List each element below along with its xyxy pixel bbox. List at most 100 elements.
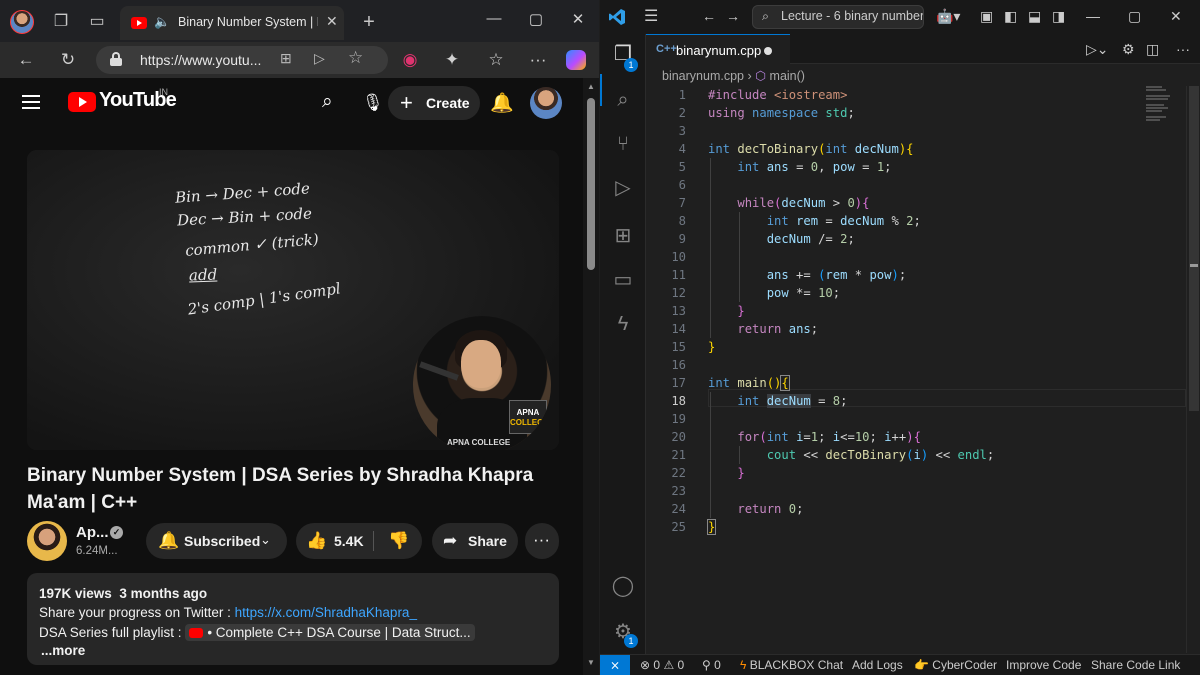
new-tab-icon[interactable]: + bbox=[358, 11, 380, 33]
logo-bottom-text: COLLEGE bbox=[510, 418, 549, 427]
nav-forward-icon[interactable]: → bbox=[726, 8, 740, 24]
blackbox-chat-item[interactable]: ϟ BLACKBOX Chat bbox=[740, 658, 843, 672]
close-tab-icon[interactable]: ✕ bbox=[326, 13, 338, 30]
search-icon: ⌕ bbox=[762, 9, 770, 23]
lock-icon[interactable] bbox=[110, 52, 122, 66]
search-icon[interactable]: ⌕ bbox=[322, 91, 333, 113]
more-menu-icon[interactable]: ··· bbox=[526, 48, 550, 72]
search-icon[interactable]: ⌕ bbox=[611, 88, 635, 112]
page-scrollbar[interactable]: ▲ ▼ bbox=[583, 78, 599, 675]
toggle-panel-icon[interactable]: ⬓ bbox=[1028, 8, 1041, 25]
menu-icon[interactable]: ☰ bbox=[644, 6, 658, 26]
improve-code-item[interactable]: Improve Code bbox=[1006, 658, 1081, 672]
breadcrumb-file[interactable]: binarynum.cpp bbox=[662, 69, 744, 83]
editor-scrollbar[interactable] bbox=[1186, 86, 1200, 653]
split-editor-icon[interactable]: ◫ bbox=[1146, 41, 1159, 58]
minimap[interactable] bbox=[1146, 86, 1186, 126]
share-code-link-item[interactable]: Share Code Link bbox=[1091, 658, 1180, 672]
scroll-down-icon[interactable]: ▼ bbox=[587, 658, 595, 667]
code-line: 3 bbox=[678, 124, 686, 138]
more-actions-button[interactable]: ··· bbox=[525, 523, 559, 559]
remote-explorer-icon[interactable]: ▭ bbox=[611, 268, 635, 292]
code-line: 23 bbox=[671, 484, 686, 498]
blackbox-icon[interactable]: ϟ bbox=[611, 312, 635, 336]
cybercoder-item[interactable]: 👉 CyberCoder bbox=[914, 658, 997, 672]
close-window-icon[interactable]: ✕ bbox=[564, 10, 592, 28]
code-editor[interactable]: 1 #include <iostream> 2 using namespace st… bbox=[646, 86, 1200, 653]
like-count[interactable]: 5.4K bbox=[334, 533, 364, 549]
tab-actions-icon[interactable]: ▭ bbox=[86, 11, 108, 33]
maximize-icon[interactable]: ▢ bbox=[1128, 8, 1141, 25]
twitter-link[interactable]: https://x.com/ShradhaKhapra_ bbox=[235, 605, 417, 620]
youtube-logo-icon[interactable] bbox=[68, 92, 96, 112]
speaker-icon[interactable]: 🔈 bbox=[154, 14, 170, 30]
workspaces-icon[interactable]: ❐ bbox=[50, 11, 72, 33]
dislike-thumb-icon[interactable]: 👎 bbox=[388, 531, 409, 551]
minimize-icon[interactable]: — bbox=[480, 10, 508, 27]
app-available-icon[interactable]: ⊞ bbox=[280, 50, 292, 67]
accounts-icon[interactable]: ◯ bbox=[611, 574, 635, 598]
tab-youtube[interactable]: 🔈 Binary Number System | DSA Se ✕ bbox=[120, 6, 344, 40]
toggle-sidebar-icon[interactable]: ◧ bbox=[1004, 8, 1017, 25]
close-window-icon[interactable]: ✕ bbox=[1170, 8, 1182, 25]
channel-avatar[interactable] bbox=[27, 521, 67, 561]
code-line: 17 int main(){ bbox=[671, 375, 790, 391]
nav-back-icon[interactable]: ← bbox=[702, 8, 716, 24]
like-thumb-icon[interactable]: 👍 bbox=[306, 531, 327, 551]
scroll-up-icon[interactable]: ▲ bbox=[587, 82, 595, 91]
toggle-secondary-sidebar-icon[interactable]: ◨ bbox=[1052, 8, 1065, 25]
video-player[interactable]: Bin → Dec + code Dec → Bin + code common… bbox=[27, 150, 559, 450]
channel-name[interactable]: Ap... bbox=[76, 524, 109, 541]
description-box[interactable]: 197K views 3 months ago Share your progr… bbox=[27, 573, 559, 665]
extensions-icon[interactable]: ⊞ bbox=[611, 224, 635, 248]
maximize-icon[interactable]: ▢ bbox=[522, 10, 550, 28]
tab-binarynum-cpp[interactable]: C++ binarynum.cpp bbox=[646, 34, 790, 64]
account-avatar[interactable] bbox=[530, 87, 562, 119]
settings-icon[interactable]: ⚙ bbox=[1122, 41, 1135, 58]
command-center[interactable]: ⌕ Lecture - 6 binary number syste bbox=[752, 5, 924, 29]
back-icon[interactable]: ← bbox=[14, 48, 38, 72]
minimize-icon[interactable]: — bbox=[1086, 8, 1100, 24]
run-debug-icon[interactable]: ▷ bbox=[611, 176, 635, 200]
cursor-position-marker bbox=[1190, 264, 1198, 267]
scrollbar-thumb[interactable] bbox=[587, 98, 595, 270]
problems-indicator[interactable]: ⊗ 0 ⚠ 0 bbox=[640, 658, 684, 672]
presenter-face bbox=[461, 340, 501, 388]
playlist-chip[interactable]: • Complete C++ DSA Course | Data Struct.… bbox=[185, 624, 475, 641]
code-line: 8 int rem = decNum % 2; bbox=[678, 214, 921, 228]
profile-avatar[interactable] bbox=[10, 10, 34, 34]
editor-tabs: C++ binarynum.cpp ▷⌄ ⚙ ◫ ··· bbox=[646, 34, 1200, 64]
source-control-icon[interactable]: ⑂ bbox=[611, 132, 635, 156]
ports-indicator[interactable]: ⚲ 0 bbox=[702, 658, 721, 672]
share-button[interactable]: ➦ Share bbox=[432, 523, 518, 559]
favorite-star-icon[interactable]: ☆ bbox=[348, 48, 363, 68]
subscribed-button[interactable]: 🔔 Subscribed ⌄ bbox=[146, 523, 287, 559]
show-more-link[interactable]: ...more bbox=[41, 643, 85, 658]
active-indicator bbox=[600, 74, 602, 106]
breadcrumb-symbol[interactable]: main() bbox=[770, 69, 805, 83]
video-icon[interactable]: ▷ bbox=[314, 50, 325, 67]
notifications-bell-icon[interactable]: 🔔 bbox=[490, 91, 514, 115]
remote-indicator-icon[interactable]: ⨯ bbox=[600, 655, 630, 675]
code-line: 20 for(int i=1; i<=10; i++){ bbox=[671, 430, 921, 444]
favorites-icon[interactable]: ☆ bbox=[484, 48, 508, 72]
code-line: 14 return ans; bbox=[671, 322, 819, 336]
layout-icon[interactable]: ▣ bbox=[980, 8, 993, 25]
code-line: 9 decNum /= 2; bbox=[678, 232, 855, 246]
unsaved-dot-icon[interactable] bbox=[764, 47, 772, 55]
run-file-icon[interactable]: ▷⌄ bbox=[1086, 41, 1109, 58]
url-text[interactable]: https://www.youtu... bbox=[140, 52, 261, 68]
editor-scrollbar-thumb[interactable] bbox=[1189, 86, 1199, 411]
microphone-icon[interactable]: 🎙 bbox=[362, 93, 384, 113]
address-bar[interactable]: https://www.youtu... ⊞ ▷ ☆ bbox=[96, 46, 388, 74]
add-logs-item[interactable]: Add Logs bbox=[852, 658, 903, 672]
vscode-title-bar: ☰ ← → ⌕ Lecture - 6 binary number syste … bbox=[600, 0, 1200, 34]
copilot-icon[interactable]: 🤖▾ bbox=[936, 8, 960, 25]
extensions-icon[interactable]: ✦ bbox=[440, 48, 464, 72]
more-actions-icon[interactable]: ··· bbox=[1176, 41, 1190, 57]
media-control-icon[interactable]: ◉ bbox=[398, 48, 422, 72]
menu-icon[interactable] bbox=[22, 95, 40, 109]
refresh-icon[interactable]: ↻ bbox=[56, 48, 80, 72]
copilot-icon[interactable] bbox=[566, 50, 586, 70]
create-button[interactable]: + Create bbox=[388, 86, 480, 120]
